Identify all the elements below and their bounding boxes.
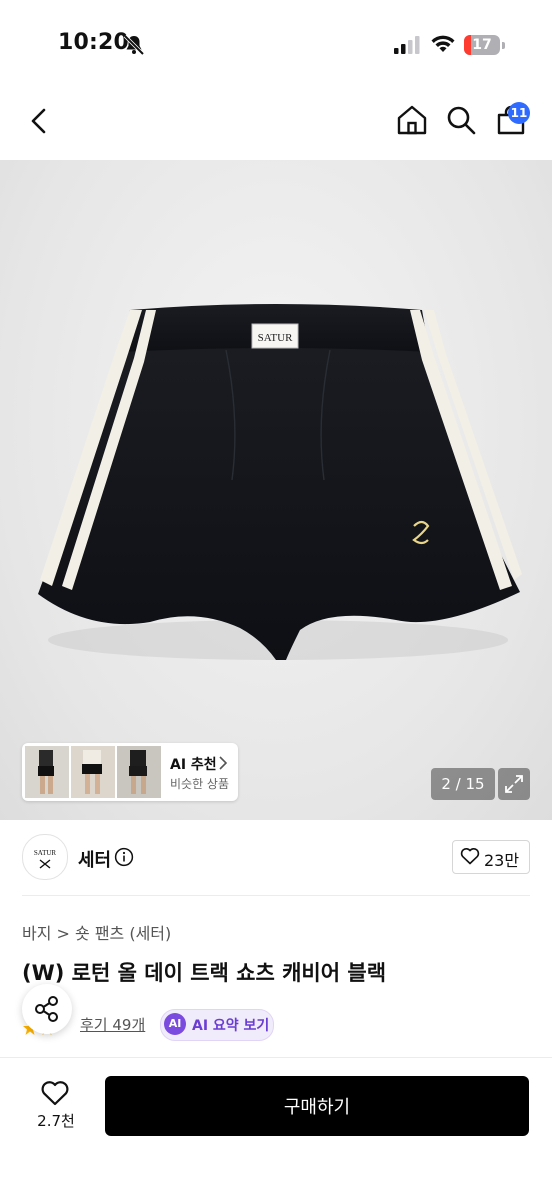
- svg-text:SATUR: SATUR: [34, 849, 57, 857]
- like-count: 23만: [484, 851, 520, 870]
- battery-level: 17: [472, 37, 492, 53]
- category-breadcrumb[interactable]: 바지 > 숏 팬츠 (세터): [22, 920, 171, 944]
- heart-icon: [460, 848, 480, 865]
- expand-image-button[interactable]: [498, 768, 530, 800]
- home-icon[interactable]: [396, 104, 428, 136]
- search-icon[interactable]: [445, 104, 477, 136]
- buy-button[interactable]: 구매하기: [105, 1076, 529, 1136]
- back-icon[interactable]: [24, 105, 56, 137]
- battery-low-indicator: [464, 35, 471, 55]
- similar-product-thumbnail[interactable]: [117, 746, 161, 798]
- brand-logo[interactable]: SATUR: [22, 834, 68, 880]
- info-icon[interactable]: [114, 847, 134, 867]
- brand-name[interactable]: 세터: [78, 846, 111, 872]
- ai-recommend-title: AI 추천: [170, 757, 217, 773]
- ai-recommend-subtitle: 비슷한 상품: [170, 777, 230, 791]
- ai-badge-icon: AI: [164, 1013, 186, 1035]
- product-image-gallery[interactable]: SATUR: [0, 160, 552, 820]
- wifi-icon: [431, 35, 455, 52]
- share-icon: [35, 996, 58, 1022]
- similar-product-thumbnail[interactable]: [25, 746, 69, 798]
- battery-cap: [502, 42, 505, 49]
- product-title: (W) 로턴 올 데이 트랙 쇼츠 캐비어 블랙: [22, 961, 387, 985]
- review-link[interactable]: 후기 49개: [80, 1014, 145, 1035]
- expand-icon: [505, 775, 523, 793]
- bell-muted-icon: [123, 34, 145, 56]
- signal-icon: [394, 36, 420, 54]
- divider: [22, 895, 530, 896]
- shorts-brand-label: SATUR: [258, 332, 294, 344]
- similar-product-thumbnail[interactable]: [71, 746, 115, 798]
- cart-count-badge: 11: [508, 102, 530, 124]
- chevron-right-icon: [219, 756, 228, 770]
- wishlist-heart-icon[interactable]: [40, 1080, 70, 1106]
- wishlist-count: 2.7천: [37, 1112, 75, 1130]
- image-page-counter: 2 / 15: [431, 768, 495, 800]
- product-image-shorts: SATUR: [38, 304, 522, 660]
- share-button[interactable]: [22, 984, 72, 1034]
- status-time: 10:20: [58, 30, 130, 55]
- ai-summary-label: AI 요약 보기: [192, 1018, 270, 1034]
